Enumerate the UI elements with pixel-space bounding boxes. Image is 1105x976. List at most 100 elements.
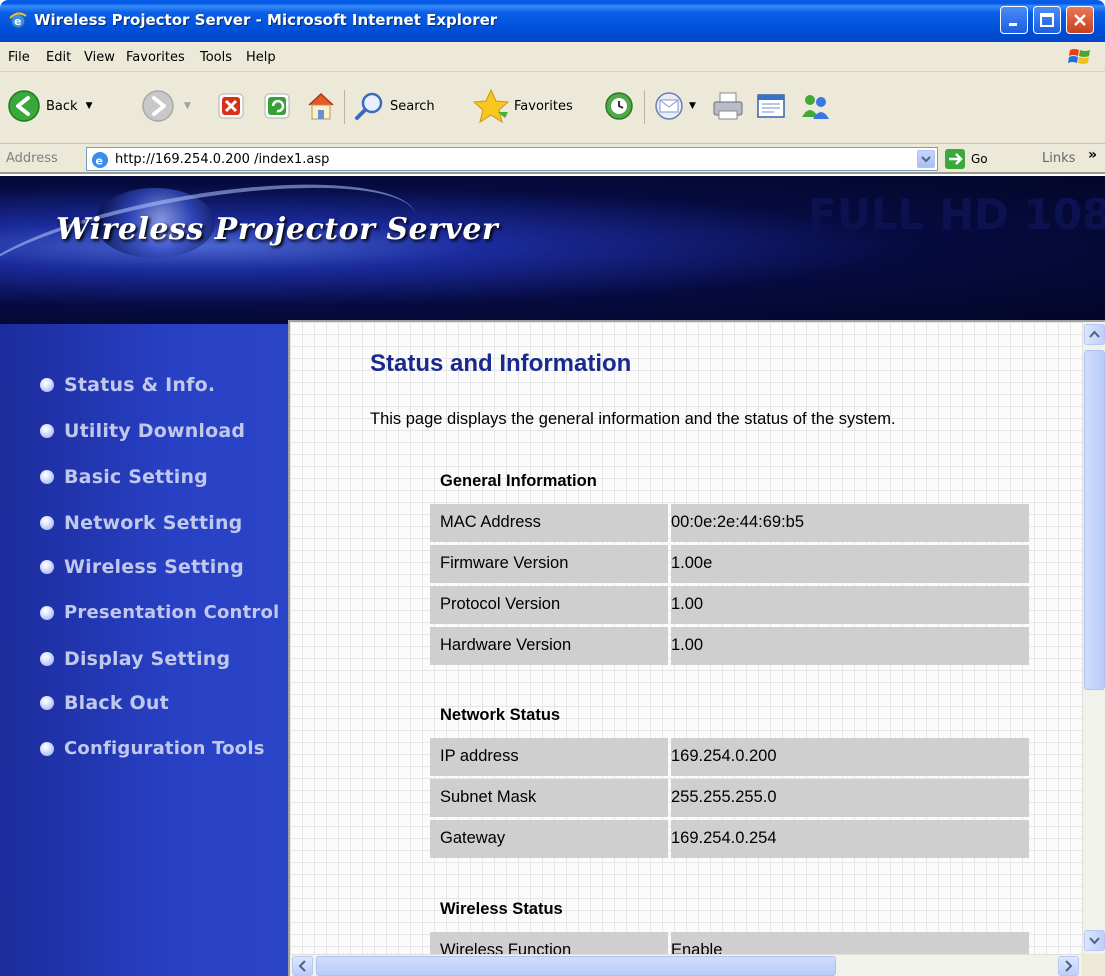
sidebar-item-network-setting[interactable]: Network Setting: [40, 512, 242, 534]
vertical-scroll-thumb[interactable]: [1084, 350, 1105, 690]
back-dropdown-icon[interactable]: ▼: [86, 101, 93, 111]
close-button[interactable]: [1066, 6, 1094, 34]
sidebar-item-label: Presentation Control: [64, 602, 280, 623]
search-button[interactable]: Search: [352, 86, 435, 126]
network-status-table: IP address 169.254.0.200 Subnet Mask 255…: [430, 738, 1030, 861]
maximize-button[interactable]: [1033, 6, 1061, 34]
ie-page-icon: e: [92, 152, 108, 168]
go-arrow-icon: [945, 149, 965, 169]
messenger-icon: [802, 95, 829, 119]
address-dropdown-button[interactable]: [917, 150, 935, 168]
sidebar-item-label: Configuration Tools: [64, 738, 265, 759]
horizontal-scroll-thumb[interactable]: [316, 956, 836, 976]
horizontal-scrollbar[interactable]: [290, 954, 1082, 976]
forward-button[interactable]: ▼: [140, 86, 191, 126]
row-key: MAC Address: [430, 504, 668, 542]
stop-button[interactable]: [216, 86, 246, 126]
table-row: Hardware Version 1.00: [430, 627, 1030, 665]
address-label: Address: [6, 151, 58, 166]
sidebar-item-presentation-control[interactable]: Presentation Control: [40, 602, 279, 623]
row-value: 169.254.0.254: [671, 820, 1029, 858]
scroll-down-button[interactable]: [1084, 930, 1105, 951]
section-heading-network: Network Status: [440, 706, 561, 724]
forward-dropdown-icon[interactable]: ▼: [184, 101, 191, 111]
edit-button[interactable]: [754, 86, 788, 126]
stop-icon: [218, 93, 244, 119]
banner-title: Wireless Projector Server: [56, 212, 499, 247]
bullet-icon: [40, 652, 54, 666]
forward-arrow-icon: [142, 90, 174, 122]
vertical-scrollbar[interactable]: [1082, 322, 1105, 954]
ie-icon: e: [9, 12, 27, 29]
window-title-bar[interactable]: e Wireless Projector Server - Microsoft …: [0, 0, 1105, 42]
scroll-right-button[interactable]: [1058, 956, 1079, 976]
back-arrow-icon: [8, 90, 40, 122]
favorites-button[interactable]: Favorites: [472, 86, 573, 126]
mail-dropdown-icon[interactable]: ▼: [689, 101, 696, 111]
sidebar-item-basic-setting[interactable]: Basic Setting: [40, 466, 208, 488]
table-row: Gateway 169.254.0.254: [430, 820, 1030, 858]
scroll-up-button[interactable]: [1084, 324, 1105, 345]
home-button[interactable]: [304, 86, 338, 126]
menu-help[interactable]: Help: [246, 50, 276, 65]
menu-edit[interactable]: Edit: [46, 50, 71, 65]
row-value: Enable: [671, 932, 1029, 954]
row-key: Hardware Version: [430, 627, 668, 665]
history-button[interactable]: [602, 86, 636, 126]
sidebar-item-label: Network Setting: [64, 512, 243, 534]
svg-text:e: e: [96, 155, 103, 168]
window-title: Wireless Projector Server - Microsoft In…: [34, 11, 498, 29]
table-row: Wireless Function Enable: [430, 932, 1030, 954]
mail-button[interactable]: ▼: [652, 86, 696, 126]
row-value: 1.00: [671, 586, 1029, 624]
home-icon: [308, 92, 334, 120]
refresh-button[interactable]: [262, 86, 292, 126]
sidebar-item-configuration-tools[interactable]: Configuration Tools: [40, 738, 265, 759]
menu-file[interactable]: File: [8, 50, 30, 65]
links-label[interactable]: Links: [1042, 151, 1075, 166]
row-value: 1.00: [671, 627, 1029, 665]
row-value: 169.254.0.200: [671, 738, 1029, 776]
menu-view[interactable]: View: [84, 50, 115, 65]
maximize-icon: [1040, 13, 1054, 27]
back-button[interactable]: Back ▼: [6, 86, 92, 126]
main-frame: Status and Information This page display…: [288, 320, 1105, 976]
sidebar-nav: Status & Info. Utility Download Basic Se…: [0, 324, 288, 976]
sidebar-item-display-setting[interactable]: Display Setting: [40, 648, 230, 670]
row-value: 1.00e: [671, 545, 1029, 583]
address-url: http://169.254.0.200 /index1.asp: [115, 152, 330, 167]
chevron-down-icon: [1089, 937, 1100, 945]
history-icon: [605, 92, 633, 120]
chevron-up-icon: [1089, 330, 1100, 338]
row-key: Subnet Mask: [430, 779, 668, 817]
row-key: Gateway: [430, 820, 668, 858]
sidebar-item-black-out[interactable]: Black Out: [40, 692, 169, 714]
menu-favorites[interactable]: Favorites: [126, 50, 185, 65]
table-row: Subnet Mask 255.255.255.0: [430, 779, 1030, 817]
print-button[interactable]: [710, 86, 746, 126]
address-input[interactable]: e http://169.254.0.200 /index1.asp: [86, 147, 938, 171]
sidebar-item-utility-download[interactable]: Utility Download: [40, 420, 245, 442]
scroll-left-button[interactable]: [292, 956, 313, 976]
sidebar-item-status-info[interactable]: Status & Info.: [40, 374, 215, 396]
page-title: Status and Information: [370, 350, 632, 377]
sidebar-item-wireless-setting[interactable]: Wireless Setting: [40, 556, 244, 578]
minimize-button[interactable]: [1000, 6, 1028, 34]
go-label: Go: [971, 152, 988, 166]
messenger-button[interactable]: [798, 86, 832, 126]
banner-swoosh: [0, 176, 427, 324]
menu-tools[interactable]: Tools: [200, 50, 232, 65]
chevron-down-icon: [921, 156, 931, 163]
banner-watermark: FULL HD 108: [808, 190, 1105, 239]
minimize-icon: [1009, 23, 1017, 26]
sidebar-item-label: Display Setting: [64, 648, 231, 670]
print-icon: [713, 92, 743, 120]
row-value: 00:0e:2e:44:69:b5: [671, 504, 1029, 542]
row-key: Firmware Version: [430, 545, 668, 583]
go-button[interactable]: Go: [944, 147, 988, 171]
main-panel: Status and Information This page display…: [290, 322, 1082, 954]
row-key: Wireless Function: [430, 932, 668, 954]
favorites-star-icon: [472, 88, 510, 124]
bullet-icon: [40, 741, 54, 756]
links-chevron-icon[interactable]: »: [1088, 147, 1097, 163]
